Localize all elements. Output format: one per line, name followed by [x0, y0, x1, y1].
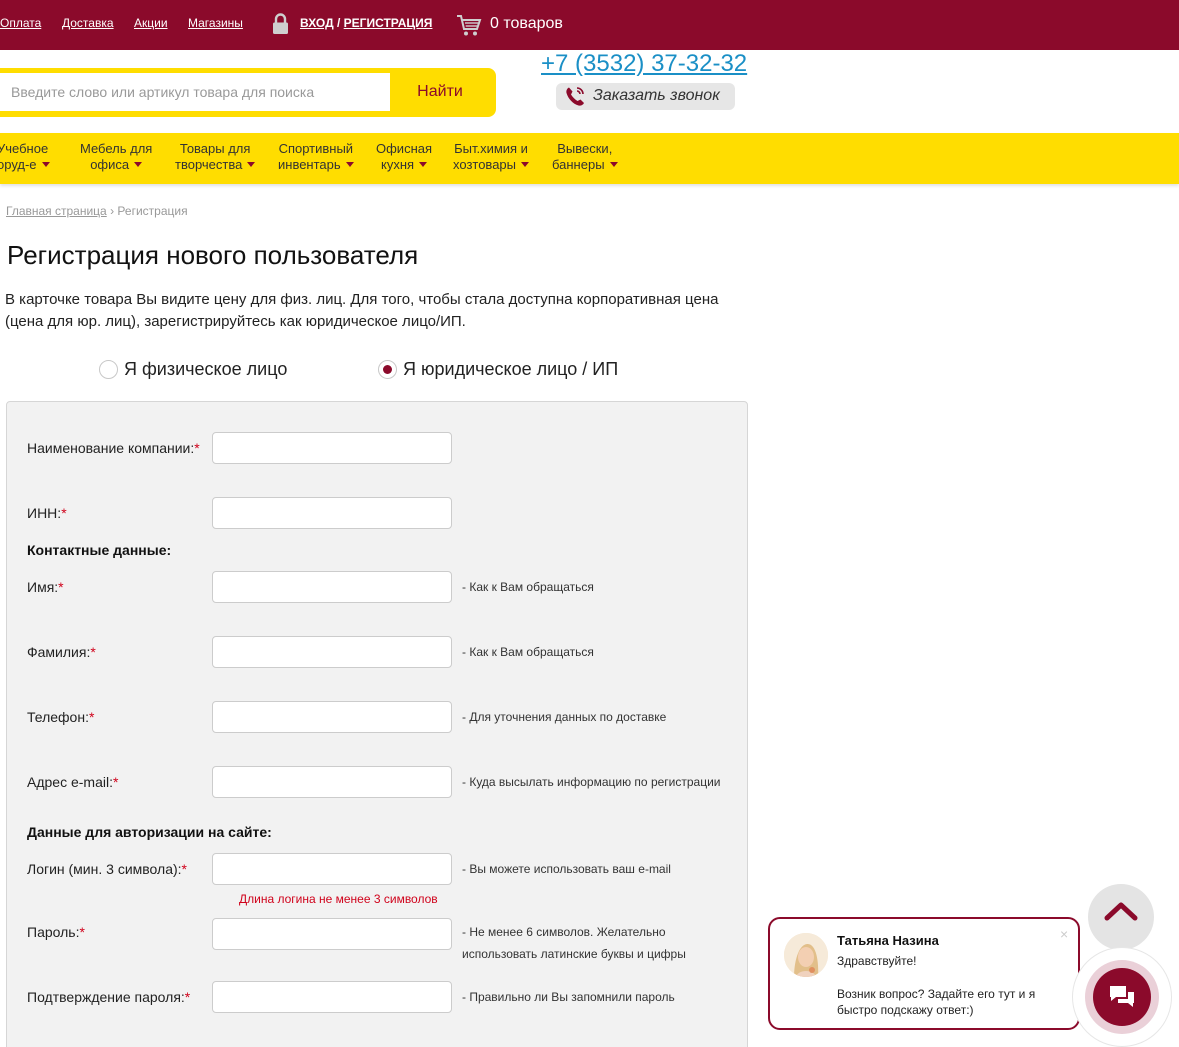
- callback-label: Заказать звонок: [593, 87, 720, 104]
- radio-legal[interactable]: Я юридическое лицо / ИП: [378, 359, 628, 381]
- login-label: Логин (мин. 3 символа):*: [27, 861, 187, 877]
- nav-item-education[interactable]: Учебное оруд-е: [0, 141, 50, 173]
- nav-item-creativity[interactable]: Товары для творчества: [175, 141, 256, 173]
- search-bar: Найти: [0, 68, 496, 117]
- caret-down-icon: [521, 162, 530, 167]
- auth-section-title: Данные для авторизации на сайте:: [27, 824, 272, 840]
- caret-down-icon: [345, 162, 354, 167]
- last-name-field[interactable]: [212, 636, 452, 668]
- chat-button-core[interactable]: [1093, 968, 1151, 1026]
- password-confirm-label: Подтверждение пароля:*: [27, 989, 191, 1005]
- radio-label-individual: Я физическое лицо: [124, 359, 288, 379]
- breadcrumb-current: Регистрация: [117, 204, 188, 218]
- nav-item-signs[interactable]: Вывески, баннеры: [552, 141, 618, 173]
- email-field[interactable]: [212, 766, 452, 798]
- scroll-to-top-button[interactable]: [1088, 884, 1154, 950]
- breadcrumb-separator: ›: [110, 204, 115, 218]
- first-name-field[interactable]: [212, 571, 452, 603]
- caret-down-icon: [609, 162, 618, 167]
- radio-label-legal: Я юридическое лицо / ИП: [403, 359, 619, 379]
- caret-down-icon: [247, 162, 256, 167]
- phone-number-link[interactable]: +7 (3532) 37-32-32: [541, 50, 747, 78]
- auth-links: ВХОД / РЕГИСТРАЦИЯ: [300, 16, 432, 30]
- contacts-section-title: Контактные данные:: [27, 542, 172, 558]
- cart-icon[interactable]: [456, 12, 482, 38]
- phone-label: Телефон:*: [27, 709, 95, 725]
- last-name-label: Фамилия:*: [27, 644, 96, 660]
- login-field[interactable]: [212, 853, 452, 885]
- radio-selected-dot: [383, 365, 392, 374]
- first-name-hint: - Как к Вам обращаться: [462, 580, 594, 594]
- category-nav: Учебное оруд-е Мебель для офиса Товары д…: [0, 133, 1179, 184]
- top-bar: Оплата Доставка Акции Магазины ВХОД / РЕ…: [0, 0, 1179, 50]
- open-chat-button[interactable]: [1085, 960, 1159, 1034]
- auth-separator: /: [336, 16, 341, 30]
- email-hint: - Куда высылать информацию по регистраци…: [462, 775, 721, 789]
- last-name-hint: - Как к Вам обращаться: [462, 645, 594, 659]
- toplink-delivery[interactable]: Доставка: [62, 16, 114, 30]
- register-link[interactable]: РЕГИСТРАЦИЯ: [344, 16, 433, 30]
- toplink-promotions[interactable]: Акции: [134, 16, 168, 30]
- callback-button[interactable]: Заказать звонок: [556, 83, 735, 110]
- password-confirm-field[interactable]: [212, 981, 452, 1013]
- password-field[interactable]: [212, 918, 452, 950]
- operator-name: Татьяна Назина: [837, 933, 939, 948]
- nav-item-office-kitchen[interactable]: Офисная кухня: [376, 141, 432, 173]
- inn-label: ИНН:*: [27, 505, 67, 521]
- nav-item-household[interactable]: Быт.химия и хозтовары: [453, 141, 530, 173]
- intro-text: В карточке товара Вы видите цену для физ…: [5, 291, 719, 330]
- toplink-payment[interactable]: Оплата: [0, 16, 41, 30]
- login-hint: - Вы можете использовать ваш e-mail: [462, 862, 671, 876]
- phone-field[interactable]: [212, 701, 452, 733]
- toplink-stores[interactable]: Магазины: [188, 16, 243, 30]
- chat-greeting: Здравствуйте!: [837, 954, 917, 968]
- nav-item-sports[interactable]: Спортивный инвентарь: [278, 141, 354, 173]
- login-error-message: Длина логина не менее 3 символов: [239, 892, 438, 906]
- operator-avatar: [784, 933, 828, 977]
- cart-count[interactable]: 0 товаров: [490, 15, 563, 33]
- breadcrumb-home-link[interactable]: Главная страница: [6, 204, 107, 218]
- search-button[interactable]: Найти: [390, 73, 490, 111]
- nav-item-office-furniture[interactable]: Мебель для офиса: [80, 141, 152, 173]
- inn-field[interactable]: [212, 497, 452, 529]
- caret-down-icon: [41, 162, 50, 167]
- company-label: Наименование компании:*: [27, 440, 200, 456]
- phone-icon: [566, 87, 584, 106]
- password-confirm-hint: - Правильно ли Вы запомнили пароль: [462, 990, 675, 1004]
- chat-message: Возник вопрос? Задайте его тут и я быстр…: [837, 987, 1036, 1017]
- avatar-portrait: [784, 933, 828, 977]
- password-label: Пароль:*: [27, 924, 85, 940]
- phone-hint: - Для уточнения данных по доставке: [462, 710, 667, 724]
- page-title: Регистрация нового пользователя: [7, 240, 419, 270]
- radio-individual[interactable]: Я физическое лицо: [99, 359, 299, 381]
- first-name-label: Имя:*: [27, 579, 64, 595]
- lock-icon: [273, 13, 288, 34]
- radio-circle[interactable]: [378, 360, 397, 379]
- search-input[interactable]: [0, 73, 390, 111]
- caret-down-icon: [134, 162, 143, 167]
- login-link[interactable]: ВХОД: [300, 16, 334, 30]
- email-label: Адрес e-mail:*: [27, 774, 119, 790]
- password-hint: - Не менее 6 символов. Желательно использ…: [462, 925, 686, 961]
- breadcrumb: Главная страница › Регистрация: [6, 204, 188, 218]
- chevron-up-icon: [1104, 902, 1138, 921]
- chat-bubbles-icon: [1110, 986, 1134, 1007]
- company-name-field[interactable]: [212, 432, 452, 464]
- radio-circle[interactable]: [99, 360, 118, 379]
- close-icon[interactable]: ×: [1060, 926, 1068, 942]
- chat-popup[interactable]: Татьяна Назина Здравствуйте! Возник вопр…: [768, 917, 1080, 1030]
- caret-down-icon: [419, 162, 428, 167]
